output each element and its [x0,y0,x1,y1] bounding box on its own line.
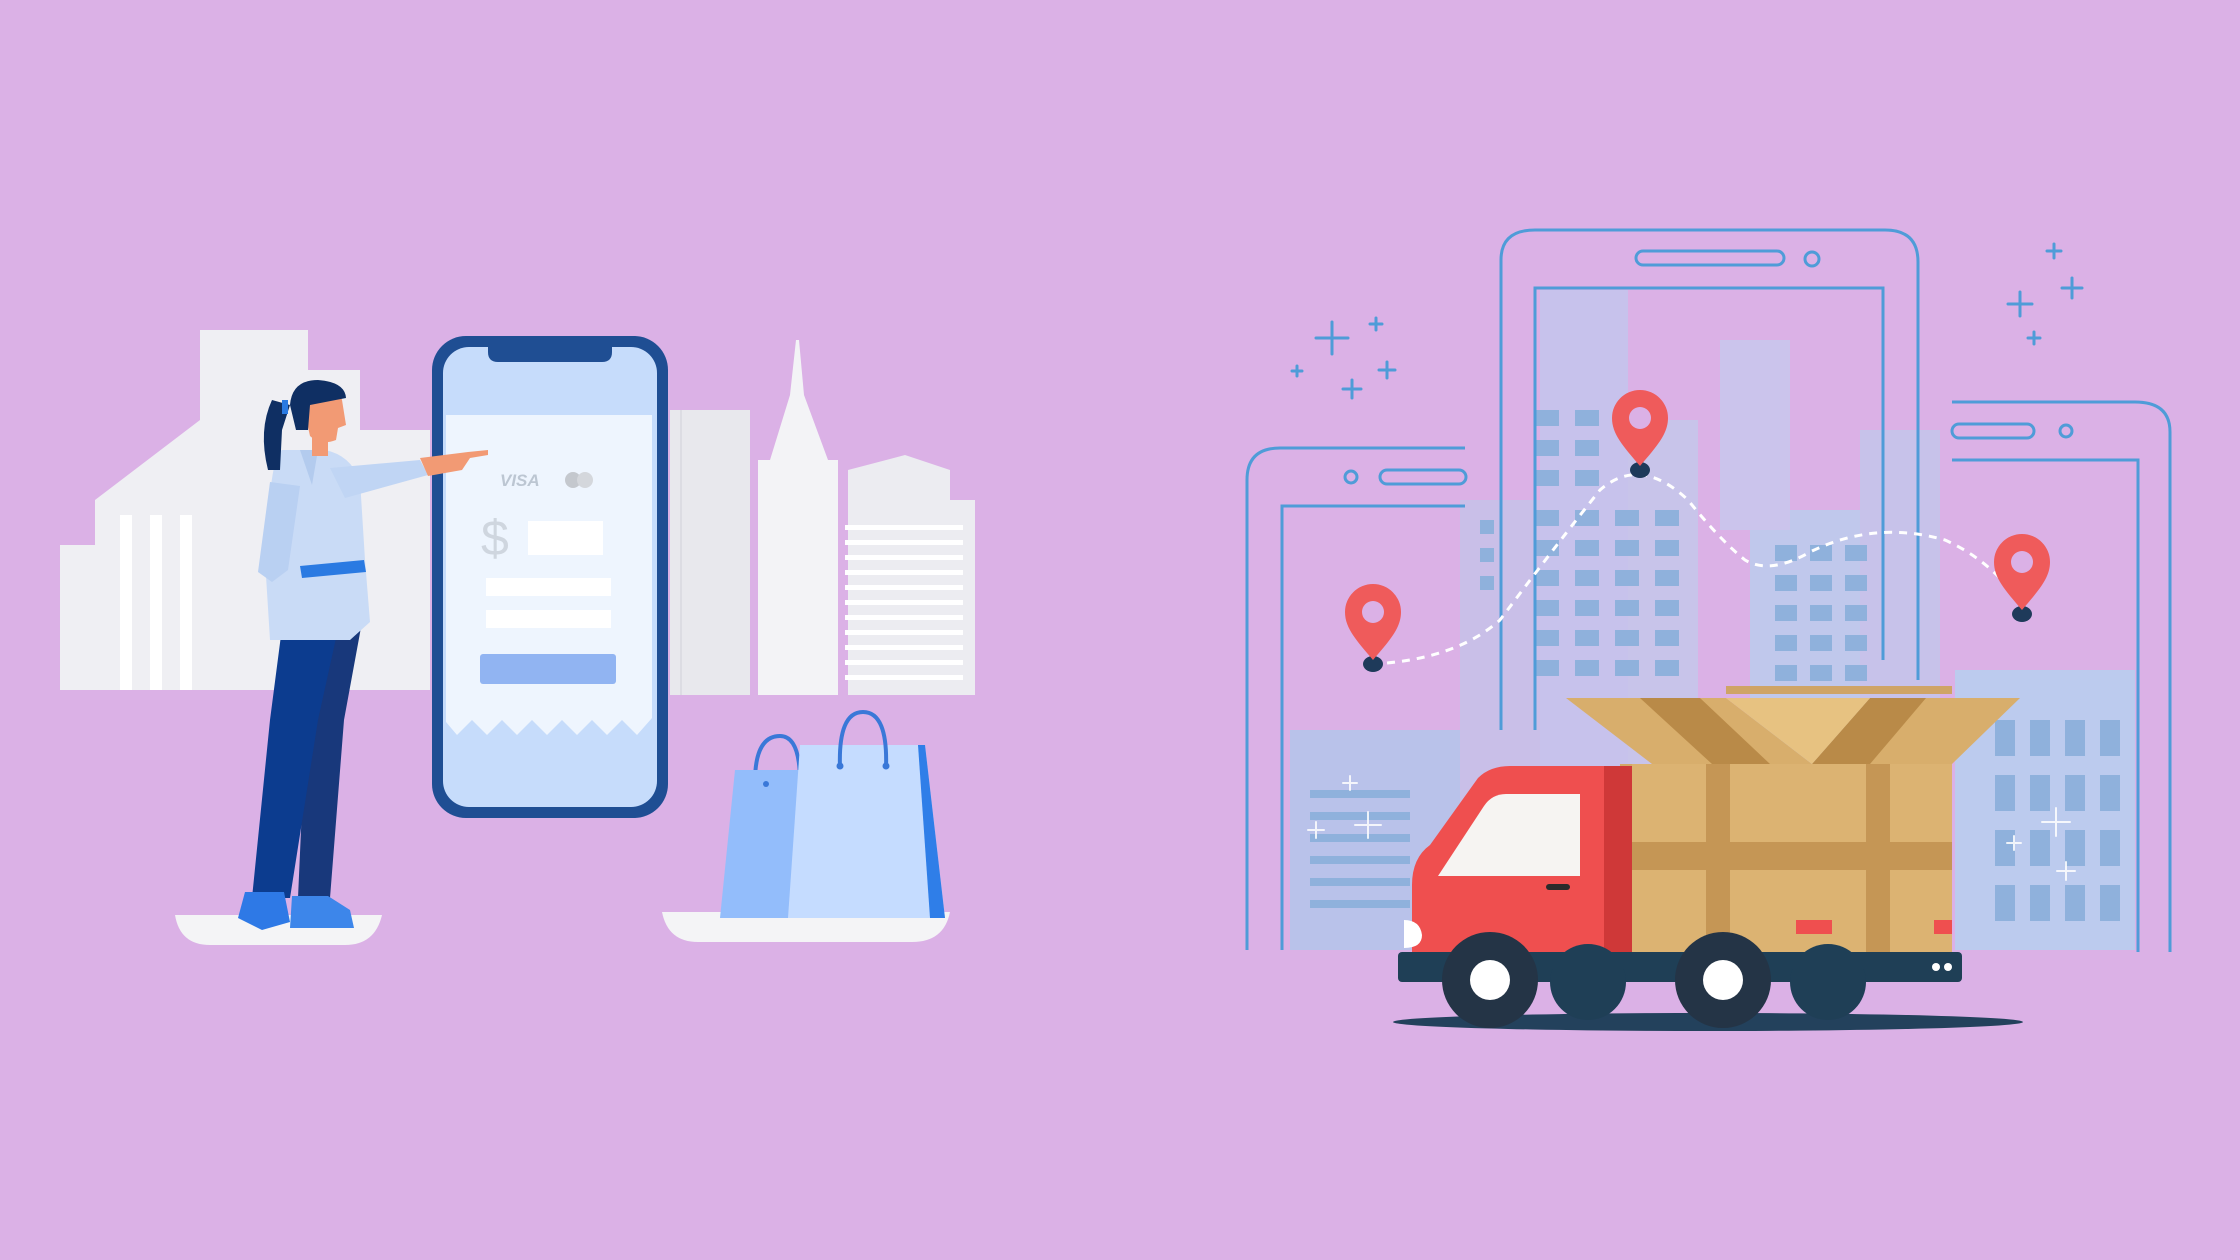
card-field [486,578,611,596]
cardboard-box-icon [1566,686,2020,960]
visa-logo: VISA [500,471,540,490]
dollar-icon: $ [481,510,509,566]
name-field [486,610,611,628]
illustration-stage: VISA $ [0,0,2240,1260]
pay-button [480,654,616,684]
amount-field [528,521,603,555]
smartphone-icon: VISA $ [432,336,668,818]
